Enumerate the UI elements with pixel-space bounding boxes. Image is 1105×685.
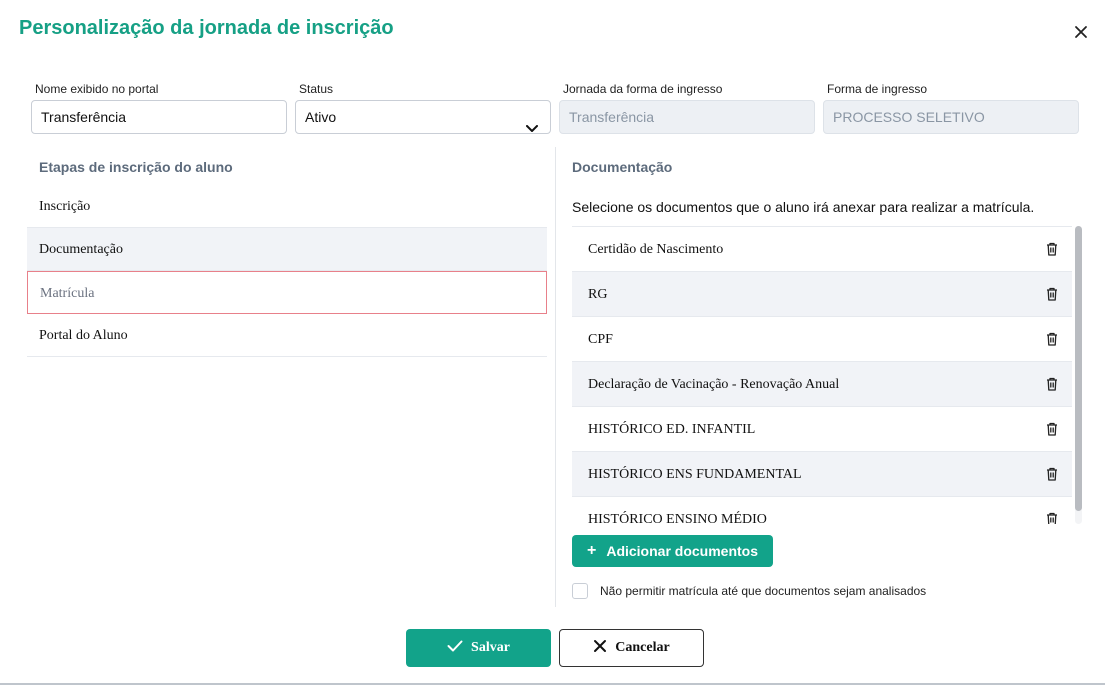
block-enrollment-label: Não permitir matrícula até que documento… bbox=[600, 584, 927, 598]
block-enrollment-option: Não permitir matrícula até que documento… bbox=[572, 583, 926, 599]
entry-form-label: Forma de ingresso bbox=[827, 82, 928, 96]
document-label: CPF bbox=[588, 332, 613, 347]
journey-dialog: Personalização da jornada de inscrição N… bbox=[0, 0, 1105, 685]
save-label: Salvar bbox=[471, 640, 510, 655]
block-enrollment-checkbox[interactable] bbox=[572, 583, 588, 599]
step-item-portal-do-aluno[interactable]: Portal do Aluno bbox=[27, 314, 547, 357]
document-row: CPF bbox=[572, 317, 1072, 362]
document-row: HISTÓRICO ENSINO MÉDIO bbox=[572, 497, 1072, 524]
document-label: RG bbox=[588, 287, 608, 302]
document-row: HISTÓRICO ED. INFANTIL bbox=[572, 407, 1072, 452]
document-label: HISTÓRICO ENSINO MÉDIO bbox=[588, 512, 767, 524]
steps-list: Inscrição Documentação Matrícula Portal … bbox=[27, 185, 547, 357]
cancel-label: Cancelar bbox=[615, 640, 670, 655]
step-item-inscricao[interactable]: Inscrição bbox=[27, 185, 547, 228]
document-row: Declaração de Vacinação - Renovação Anua… bbox=[572, 362, 1072, 407]
trash-icon[interactable] bbox=[1046, 422, 1058, 436]
close-icon bbox=[593, 639, 607, 658]
documents-list[interactable]: Certidão de Nascimento RG CPF Declaração… bbox=[572, 226, 1072, 524]
cancel-button[interactable]: Cancelar bbox=[559, 629, 704, 667]
steps-title: Etapas de inscrição do aluno bbox=[39, 159, 233, 175]
save-button[interactable]: Salvar bbox=[406, 629, 551, 667]
trash-icon[interactable] bbox=[1046, 242, 1058, 256]
plus-icon: + bbox=[586, 542, 597, 559]
status-value: Ativo bbox=[305, 109, 337, 125]
entry-form-input: PROCESSO SELETIVO bbox=[823, 100, 1079, 134]
documents-scrollbar[interactable] bbox=[1075, 226, 1082, 524]
display-name-label: Nome exibido no portal bbox=[35, 82, 159, 96]
document-label: Declaração de Vacinação - Renovação Anua… bbox=[588, 377, 840, 392]
close-icon[interactable] bbox=[1070, 21, 1092, 43]
trash-icon[interactable] bbox=[1046, 467, 1058, 481]
document-label: HISTÓRICO ENS FUNDAMENTAL bbox=[588, 467, 802, 482]
add-documents-label: Adicionar documentos bbox=[606, 543, 759, 559]
display-name-input[interactable]: Transferência bbox=[31, 100, 287, 134]
status-select[interactable]: Ativo bbox=[295, 100, 551, 134]
document-row: Certidão de Nascimento bbox=[572, 227, 1072, 272]
documents-title: Documentação bbox=[572, 159, 673, 175]
journey-label: Jornada da forma de ingresso bbox=[563, 82, 723, 96]
step-item-documentacao[interactable]: Documentação bbox=[27, 228, 547, 271]
document-row: HISTÓRICO ENS FUNDAMENTAL bbox=[572, 452, 1072, 497]
step-item-matricula[interactable]: Matrícula bbox=[27, 271, 547, 314]
document-row: RG bbox=[572, 272, 1072, 317]
trash-icon[interactable] bbox=[1046, 512, 1058, 524]
status-label: Status bbox=[299, 82, 334, 96]
document-label: Certidão de Nascimento bbox=[588, 242, 724, 257]
document-label: HISTÓRICO ED. INFANTIL bbox=[588, 422, 756, 437]
trash-icon[interactable] bbox=[1046, 332, 1058, 346]
chevron-down-icon bbox=[526, 112, 538, 144]
scrollbar-thumb[interactable] bbox=[1075, 226, 1082, 511]
dialog-title: Personalização da jornada de inscrição bbox=[19, 17, 394, 39]
trash-icon[interactable] bbox=[1046, 287, 1058, 301]
add-documents-button[interactable]: + Adicionar documentos bbox=[572, 535, 773, 567]
journey-input: Transferência bbox=[559, 100, 815, 134]
trash-icon[interactable] bbox=[1046, 377, 1058, 391]
check-icon bbox=[447, 640, 463, 657]
documents-description: Selecione os documentos que o aluno irá … bbox=[572, 199, 1035, 215]
column-divider bbox=[555, 147, 556, 607]
